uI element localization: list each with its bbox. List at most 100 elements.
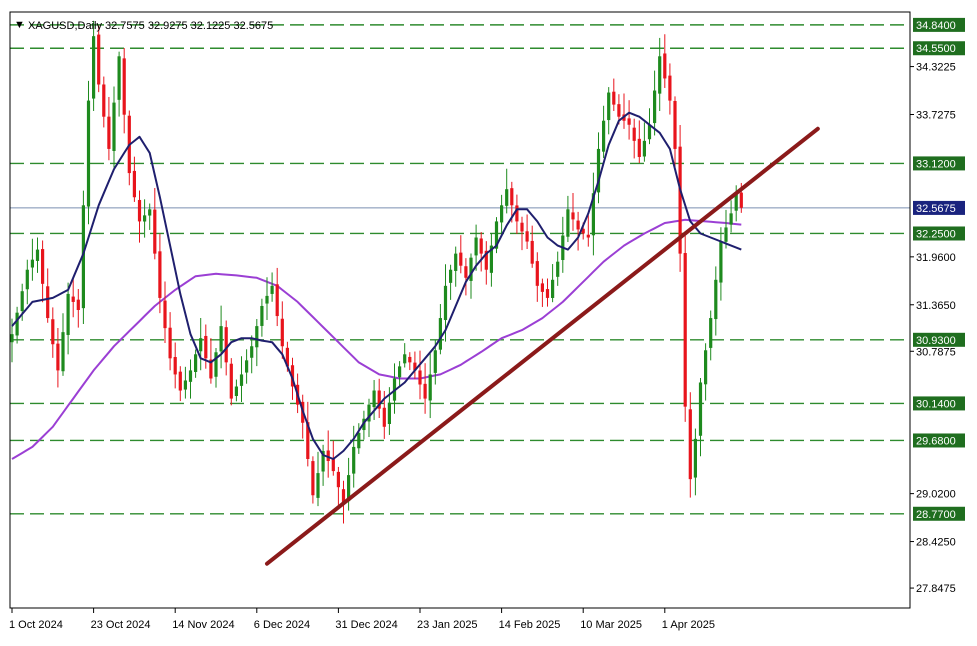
candle-body bbox=[255, 326, 259, 348]
chart-background bbox=[0, 0, 977, 646]
level-tag-label: 34.5500 bbox=[916, 43, 956, 55]
candle-body bbox=[469, 257, 473, 281]
candle-body bbox=[586, 234, 590, 238]
candle-body bbox=[280, 318, 284, 347]
chart-window[interactable]: 34.8400 34.5500 33.1200 32.2500 30.9300 30.14… bbox=[0, 0, 977, 646]
candle-body bbox=[260, 305, 264, 326]
candle-body bbox=[637, 138, 641, 157]
candle-body bbox=[316, 473, 320, 498]
candle-body bbox=[137, 199, 142, 222]
candle-body bbox=[204, 335, 208, 359]
candle-body bbox=[545, 289, 550, 298]
candle-body bbox=[632, 127, 636, 141]
menu-arrow-icon[interactable]: ▼ bbox=[14, 19, 25, 31]
candle-body bbox=[454, 253, 458, 271]
level-tag-label: 32.2500 bbox=[916, 228, 956, 240]
time-tick-label: 23 Jan 2025 bbox=[417, 619, 478, 631]
candle-body bbox=[188, 370, 193, 382]
candle-body bbox=[245, 360, 249, 373]
candle-body bbox=[459, 252, 463, 266]
candle-body bbox=[535, 261, 539, 286]
candle-body bbox=[86, 100, 91, 207]
candle-body bbox=[719, 241, 723, 283]
candle-body bbox=[474, 237, 478, 256]
candle-body bbox=[275, 284, 279, 317]
candle-body bbox=[183, 380, 187, 390]
candle-body bbox=[194, 354, 198, 372]
chart-header: ▼ XAGUSD,Daily 32.7575 32.9275 32.1225 3… bbox=[14, 19, 273, 32]
candle-body bbox=[56, 343, 60, 371]
candle-body bbox=[20, 291, 24, 312]
candle-body bbox=[739, 192, 743, 208]
price-tick-label: 27.8475 bbox=[916, 583, 956, 595]
candle-body bbox=[71, 296, 75, 302]
candle-body bbox=[607, 92, 611, 121]
level-tag-label: 34.8400 bbox=[916, 20, 956, 32]
candle-body bbox=[433, 350, 437, 373]
candle-body bbox=[612, 91, 616, 105]
candle-body bbox=[311, 461, 315, 496]
candle-body bbox=[515, 205, 519, 222]
candle-body bbox=[35, 249, 40, 261]
candle-body bbox=[143, 215, 147, 222]
candle-body bbox=[102, 84, 106, 117]
candle bbox=[86, 80, 91, 225]
candle-body bbox=[387, 402, 391, 424]
candle-body bbox=[382, 407, 386, 427]
candle-body bbox=[173, 356, 177, 375]
candle-body bbox=[525, 231, 529, 242]
candle-body bbox=[530, 240, 534, 264]
candle-body bbox=[500, 205, 504, 223]
candle-body bbox=[148, 209, 152, 216]
candle-body bbox=[479, 238, 483, 254]
candle-body bbox=[438, 318, 442, 350]
candle-body bbox=[122, 58, 126, 115]
candle-body bbox=[163, 300, 167, 329]
candle-body bbox=[408, 356, 412, 363]
chart-canvas[interactable]: 34.8400 34.5500 33.1200 32.2500 30.9300 30.14… bbox=[0, 0, 977, 646]
candle-body bbox=[602, 120, 606, 152]
candle-body bbox=[688, 409, 692, 480]
candle-body bbox=[566, 209, 570, 237]
level-tag-label: 33.1200 bbox=[916, 158, 956, 170]
time-tick-label: 31 Dec 2024 bbox=[335, 619, 397, 631]
candle-body bbox=[199, 338, 203, 352]
candle-body bbox=[51, 319, 55, 345]
candle-body bbox=[239, 374, 244, 386]
candle-body bbox=[464, 266, 468, 278]
candle-body bbox=[336, 471, 340, 488]
candle-body bbox=[158, 251, 162, 298]
time-tick-label: 14 Nov 2024 bbox=[172, 619, 234, 631]
candle-body bbox=[698, 382, 703, 436]
candle-body bbox=[443, 285, 448, 321]
candle-body bbox=[576, 220, 580, 230]
candle-body bbox=[270, 285, 274, 294]
candle bbox=[678, 125, 682, 272]
candle-body bbox=[663, 53, 667, 79]
level-tag-label: 30.9300 bbox=[916, 335, 956, 347]
candle-body bbox=[15, 312, 19, 336]
time-tick-label: 14 Feb 2025 bbox=[499, 619, 561, 631]
candle-body bbox=[107, 116, 111, 149]
candle-body bbox=[153, 209, 157, 254]
candle-body bbox=[551, 279, 555, 298]
candle-body bbox=[658, 56, 662, 94]
candle-body bbox=[224, 327, 228, 363]
symbol-ohlc-readout: XAGUSD,Daily 32.7575 32.9275 32.1225 32.… bbox=[28, 20, 273, 32]
candle-body bbox=[709, 318, 713, 348]
candle-body bbox=[214, 352, 218, 377]
candle-body bbox=[372, 390, 376, 408]
candle bbox=[229, 358, 233, 406]
candle-body bbox=[653, 90, 657, 124]
candle-body bbox=[571, 212, 575, 220]
level-tag-label: 28.7700 bbox=[916, 509, 956, 521]
candle-body bbox=[520, 222, 524, 232]
candle-body bbox=[352, 446, 356, 474]
candle-body bbox=[250, 346, 254, 358]
candle-body bbox=[418, 370, 422, 385]
candle-body bbox=[673, 100, 677, 149]
time-tick-label: 6 Dec 2024 bbox=[254, 619, 310, 631]
candle-body bbox=[112, 102, 116, 151]
time-tick-label: 1 Apr 2025 bbox=[662, 619, 715, 631]
candle-body bbox=[46, 286, 50, 319]
